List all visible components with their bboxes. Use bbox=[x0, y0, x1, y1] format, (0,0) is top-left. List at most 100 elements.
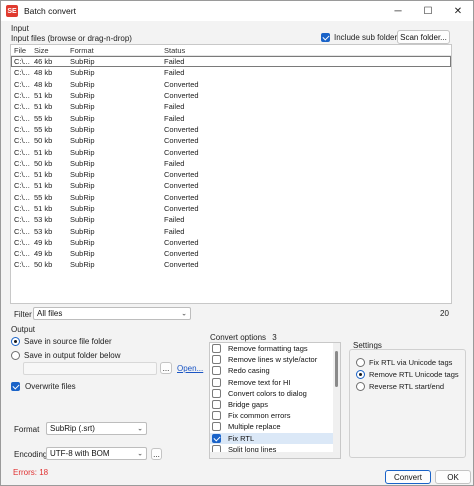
table-row[interactable]: C:\... 49 kb SubRip Converted bbox=[11, 248, 451, 259]
table-row[interactable]: C:\... 55 kb SubRip Failed bbox=[11, 112, 451, 123]
convert-options-list[interactable]: Remove formatting tags Remove lines w sty… bbox=[209, 342, 341, 459]
convert-option-item[interactable]: Redo casing bbox=[210, 365, 340, 376]
browse-output-folder-button[interactable]: ... bbox=[160, 362, 172, 374]
status-cell: Converted bbox=[164, 181, 199, 191]
radio-icon[interactable] bbox=[11, 351, 20, 360]
open-output-folder-link[interactable]: Open... bbox=[177, 364, 203, 373]
overwrite-files-checkbox[interactable]: Overwrite files bbox=[11, 382, 76, 391]
checkbox-icon[interactable] bbox=[212, 366, 221, 376]
include-subfolders-check-icon[interactable] bbox=[321, 33, 330, 42]
column-header-size[interactable]: Size bbox=[31, 46, 67, 55]
encoding-select[interactable]: UTF-8 with BOM ⌄ bbox=[46, 447, 147, 460]
radio-icon[interactable] bbox=[356, 381, 365, 391]
checkbox-icon[interactable] bbox=[212, 422, 221, 432]
column-header-status[interactable]: Status bbox=[161, 46, 281, 55]
save-in-output-radio[interactable]: Save in output folder below bbox=[11, 351, 121, 360]
table-row[interactable]: C:\... 53 kb SubRip Failed bbox=[11, 225, 451, 236]
convert-option-label: Remove formatting tags bbox=[228, 344, 308, 354]
minimize-button[interactable]: ─ bbox=[383, 1, 413, 21]
convert-option-item[interactable]: Remove lines w style/actor bbox=[210, 354, 340, 365]
table-row[interactable]: C:\... 55 kb SubRip Converted bbox=[11, 192, 451, 203]
scrollbar-thumb[interactable] bbox=[335, 351, 338, 387]
settings-option-label: Reverse RTL start/end bbox=[369, 381, 445, 391]
table-row[interactable]: C:\... 48 kb SubRip Failed bbox=[11, 67, 451, 78]
table-row[interactable]: C:\... 51 kb SubRip Converted bbox=[11, 169, 451, 180]
size-cell: 55 kb bbox=[34, 113, 53, 123]
convert-option-label: Remove lines w style/actor bbox=[228, 355, 318, 365]
status-cell: Converted bbox=[164, 91, 199, 101]
checkbox-icon[interactable] bbox=[212, 344, 221, 354]
convert-option-label: Fix RTL bbox=[228, 433, 255, 443]
convert-option-item[interactable]: Convert colors to dialog bbox=[210, 388, 340, 399]
size-cell: 51 kb bbox=[34, 147, 53, 157]
format-cell: SubRip bbox=[70, 102, 95, 112]
file-cell: C:\... bbox=[14, 57, 30, 67]
format-cell: SubRip bbox=[70, 91, 95, 101]
table-row[interactable]: C:\... 51 kb SubRip Converted bbox=[11, 180, 451, 191]
output-folder-input[interactable] bbox=[23, 362, 157, 375]
table-row[interactable]: C:\... 46 kb SubRip Failed bbox=[11, 56, 451, 68]
status-cell: Converted bbox=[164, 79, 199, 89]
close-button[interactable]: ✕ bbox=[443, 1, 473, 21]
convert-button[interactable]: Convert bbox=[385, 470, 431, 484]
convert-option-item[interactable]: Remove text for HI bbox=[210, 377, 340, 388]
convert-options-label: Convert options 3 bbox=[210, 333, 277, 342]
settings-radio-option[interactable]: Fix RTL via Unicode tags bbox=[356, 356, 459, 368]
column-header-file[interactable]: File bbox=[11, 46, 31, 55]
radio-icon[interactable] bbox=[356, 357, 365, 367]
table-row[interactable]: C:\... 50 kb SubRip Converted bbox=[11, 135, 451, 146]
checkbox-icon[interactable] bbox=[212, 377, 221, 387]
convert-option-item[interactable]: Remove formatting tags bbox=[210, 343, 340, 354]
checkbox-icon[interactable] bbox=[212, 433, 221, 443]
convert-option-item[interactable]: Fix common errors bbox=[210, 410, 340, 421]
format-select[interactable]: SubRip (.srt) ⌄ bbox=[46, 422, 147, 435]
filter-label: Filter bbox=[14, 310, 32, 319]
maximize-button[interactable]: ☐ bbox=[413, 1, 443, 21]
convert-option-item[interactable]: Fix RTL bbox=[210, 432, 340, 444]
table-row[interactable]: C:\... 49 kb SubRip Converted bbox=[11, 237, 451, 248]
checkbox-icon[interactable] bbox=[212, 411, 221, 421]
encoding-more-button[interactable]: ... bbox=[151, 448, 162, 460]
convert-option-label: Redo casing bbox=[228, 366, 270, 376]
include-subfolders-checkbox[interactable]: Include sub folders bbox=[321, 33, 401, 42]
filter-select[interactable]: All files ⌄ bbox=[33, 307, 191, 320]
save-in-output-label: Save in output folder below bbox=[24, 351, 121, 360]
table-row[interactable]: C:\... 51 kb SubRip Converted bbox=[11, 203, 451, 214]
settings-radio-option[interactable]: Remove RTL Unicode tags bbox=[356, 368, 459, 380]
chevron-down-icon: ⌄ bbox=[181, 310, 187, 318]
radio-icon[interactable] bbox=[356, 369, 365, 379]
checkbox-icon[interactable] bbox=[212, 400, 221, 410]
radio-icon[interactable] bbox=[11, 337, 20, 346]
table-row[interactable]: C:\... 53 kb SubRip Failed bbox=[11, 214, 451, 225]
horizontal-scrollbar[interactable] bbox=[210, 452, 340, 458]
settings-radio-option[interactable]: Reverse RTL start/end bbox=[356, 380, 459, 392]
table-row[interactable]: C:\... 50 kb SubRip Converted bbox=[11, 259, 451, 270]
table-row[interactable]: C:\... 55 kb SubRip Converted bbox=[11, 124, 451, 135]
file-count: 20 bbox=[440, 309, 449, 318]
table-row[interactable]: C:\... 48 kb SubRip Converted bbox=[11, 79, 451, 90]
save-in-source-radio[interactable]: Save in source file folder bbox=[11, 337, 112, 346]
table-row[interactable]: C:\... 51 kb SubRip Failed bbox=[11, 101, 451, 112]
format-cell: SubRip bbox=[70, 57, 95, 67]
format-cell: SubRip bbox=[70, 113, 95, 123]
size-cell: 49 kb bbox=[34, 237, 53, 247]
convert-option-label: Convert colors to dialog bbox=[228, 388, 307, 398]
vertical-scrollbar[interactable] bbox=[333, 343, 340, 458]
checkbox-icon[interactable] bbox=[212, 355, 221, 365]
file-cell: C:\... bbox=[14, 158, 30, 168]
column-header-format[interactable]: Format bbox=[67, 46, 161, 55]
status-cell: Converted bbox=[164, 170, 199, 180]
convert-option-item[interactable]: Multiple replace bbox=[210, 421, 340, 432]
status-cell: Converted bbox=[164, 249, 199, 259]
convert-option-item[interactable]: Bridge gaps bbox=[210, 399, 340, 410]
checkbox-icon[interactable] bbox=[212, 388, 221, 398]
overwrite-check-icon[interactable] bbox=[11, 382, 20, 391]
format-value: SubRip (.srt) bbox=[50, 424, 95, 433]
table-row[interactable]: C:\... 51 kb SubRip Converted bbox=[11, 146, 451, 157]
ok-button[interactable]: OK bbox=[435, 470, 471, 484]
input-file-list[interactable]: File Size Format Status C:\... 46 kb SubRi… bbox=[10, 44, 452, 304]
table-row[interactable]: C:\... 50 kb SubRip Failed bbox=[11, 158, 451, 169]
table-row[interactable]: C:\... 51 kb SubRip Converted bbox=[11, 90, 451, 101]
batch-convert-window: SE Batch convert ─ ☐ ✕ Input Input files… bbox=[0, 0, 474, 486]
scan-folder-button[interactable]: Scan folder... bbox=[397, 30, 450, 44]
